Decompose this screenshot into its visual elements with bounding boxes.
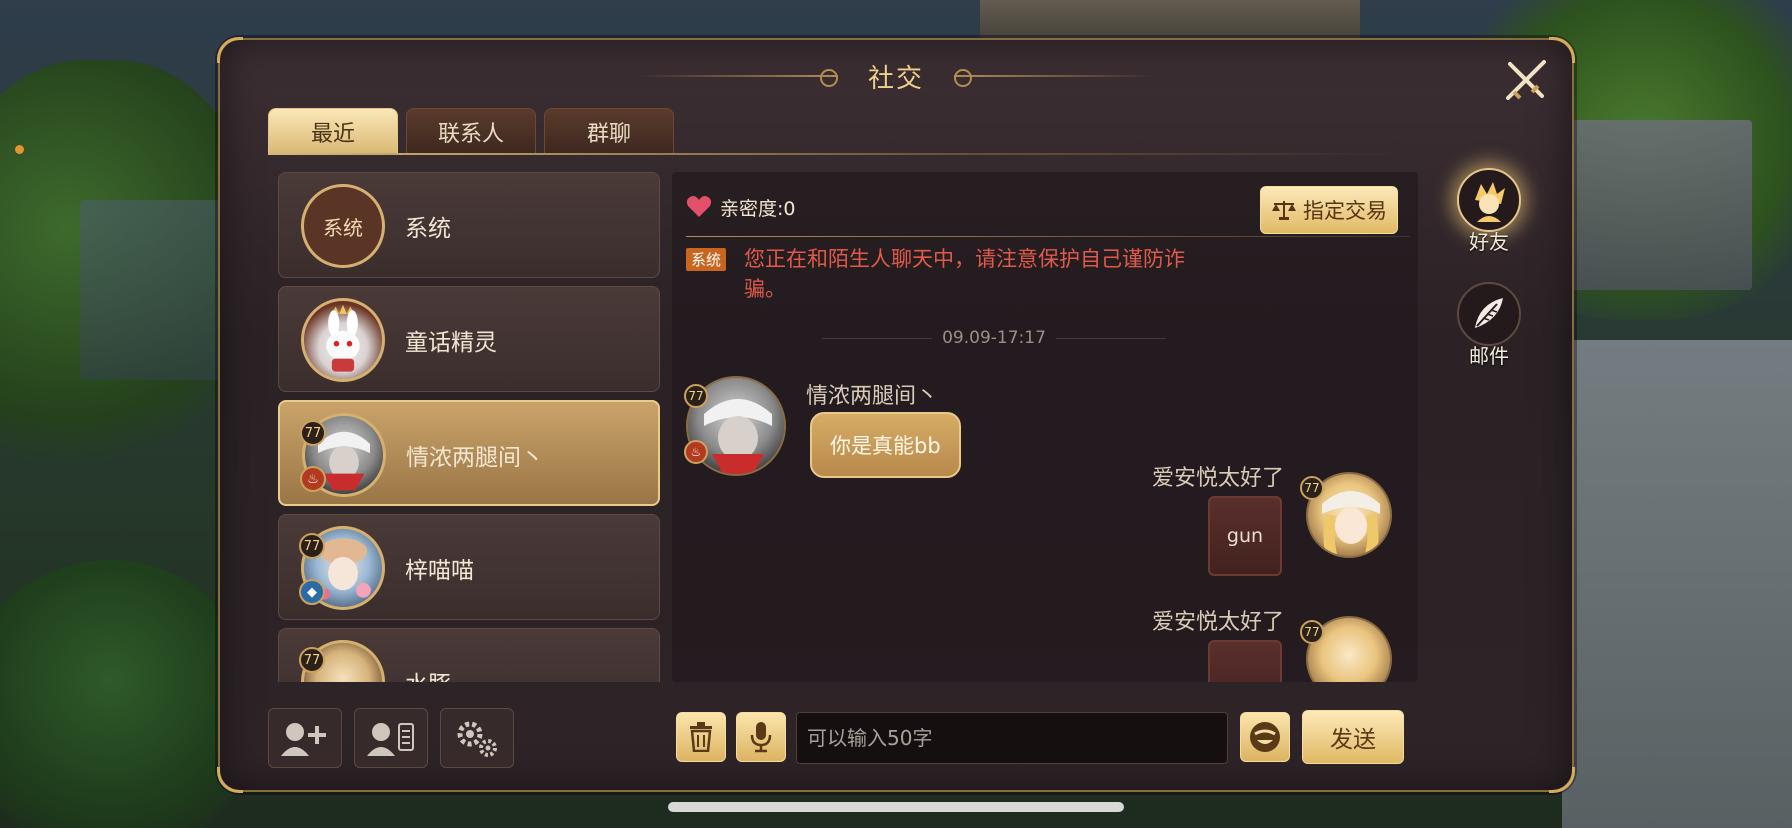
contact-name: 情浓两腿间丶 <box>406 445 544 471</box>
tab-group-chat[interactable]: 群聊 <box>544 108 674 154</box>
friend-list-icon <box>367 723 414 756</box>
contact-item-system[interactable]: 系统 系统 <box>278 172 660 278</box>
trash-icon <box>690 722 712 752</box>
settings-button[interactable] <box>440 708 514 768</box>
contact-name: 童话精灵 <box>405 330 497 356</box>
tab-recent[interactable]: 最近 <box>268 108 398 154</box>
message-bubble <box>1208 640 1282 682</box>
send-button[interactable]: 发送 <box>1302 710 1404 764</box>
white-rabbit-crown-icon <box>301 298 385 382</box>
microphone-icon <box>750 722 772 753</box>
designated-trade-button[interactable]: 指定交易 <box>1260 186 1398 234</box>
fire-element-icon: ♨ <box>300 466 326 492</box>
crossed-swords-close-icon <box>1506 60 1546 100</box>
contact-list[interactable]: 系统 系统 童话精灵 77 ♨ 情浓两腿间丶 77 ◆ 梓喵喵 77 <box>278 172 662 682</box>
panel-title: 社交 <box>867 63 924 94</box>
system-tag: 系统 <box>686 248 727 271</box>
contact-name: 水豚 <box>405 629 451 682</box>
sender-name: 情浓两腿间丶 <box>806 384 939 409</box>
intimacy-label: 亲密度:0 <box>720 197 796 220</box>
mail-quill-icon <box>1457 282 1521 346</box>
friend-icon <box>1457 168 1521 232</box>
trade-button-label: 指定交易 <box>1303 199 1387 223</box>
avatar: 系统 <box>301 184 385 268</box>
level-badge: 77 <box>1300 476 1324 500</box>
add-friend-icon <box>281 723 326 756</box>
level-badge: 77 <box>300 420 326 446</box>
water-element-icon: ◆ <box>299 579 325 605</box>
message-timestamp: 09.09-17:17 <box>672 328 1316 348</box>
tab-bar: 最近 联系人 群聊 <box>268 108 674 154</box>
contact-item[interactable]: 77 ◆ 梓喵喵 <box>278 514 660 620</box>
home-indicator[interactable] <box>668 802 1124 812</box>
level-badge: 77 <box>299 647 325 673</box>
balcony <box>80 200 230 380</box>
chat-header: 亲密度:0 指定交易 <box>686 184 1406 234</box>
contact-name: 系统 <box>405 216 451 242</box>
add-friend-button[interactable] <box>268 708 342 768</box>
close-button[interactable] <box>1498 52 1554 108</box>
system-warning-message: 您正在和陌生人聊天中，请注意保护自己谨防诈骗。 <box>744 247 1185 301</box>
message-input[interactable] <box>796 712 1228 764</box>
tab-divider <box>268 153 1408 155</box>
sender-name: 爱安悦太好了 <box>1151 466 1284 491</box>
map-marker-dot <box>15 145 24 154</box>
fire-element-icon: ♨ <box>684 440 708 464</box>
chat-divider <box>686 236 1410 237</box>
side-nav-label: 好友 <box>1469 230 1509 254</box>
tab-contacts[interactable]: 联系人 <box>406 108 536 154</box>
contact-item[interactable]: 77 水豚 <box>278 628 660 682</box>
message-bubble: gun <box>1208 496 1282 576</box>
intimacy-display: 亲密度:0 <box>686 194 796 221</box>
side-nav-friends[interactable]: 好友 <box>1454 168 1524 255</box>
roof <box>980 0 1360 40</box>
contact-name: 梓喵喵 <box>405 558 474 584</box>
delete-button[interactable] <box>676 712 726 762</box>
side-nav-mail[interactable]: 邮件 <box>1454 282 1524 369</box>
level-badge: 77 <box>684 384 708 408</box>
contact-item-fairy[interactable]: 童话精灵 <box>278 286 660 392</box>
social-panel: 社交 最近 联系人 群聊 系统 系统 童话精灵 77 ♨ 情浓两腿间丶 77 ◆… <box>217 37 1575 793</box>
emoji-face-icon <box>1250 722 1280 752</box>
timestamp-text: 09.09-17:17 <box>942 328 1046 348</box>
title-ornament-left <box>637 69 838 87</box>
avatar-text: 系统 <box>323 215 363 240</box>
message-bubble: 你是真能bb <box>810 412 961 478</box>
level-badge: 77 <box>299 533 325 559</box>
sender-name: 爱安悦太好了 <box>1151 610 1284 635</box>
level-badge: 77 <box>1300 620 1324 644</box>
side-nav-label: 邮件 <box>1469 344 1509 368</box>
gear-icon <box>457 721 497 757</box>
title-ornament-right <box>954 69 1154 87</box>
stone-floor <box>1562 340 1792 828</box>
house-right <box>1552 120 1752 290</box>
scale-icon <box>1272 201 1296 220</box>
emoji-button[interactable] <box>1240 712 1290 762</box>
contact-item-selected[interactable]: 77 ♨ 情浓两腿间丶 <box>278 400 660 506</box>
friend-list-button[interactable] <box>354 708 428 768</box>
title-bar: 社交 <box>220 54 1572 98</box>
heart-icon <box>686 196 712 217</box>
chat-panel[interactable]: 亲密度:0 指定交易 系统 您正在和陌生人聊天中，请注意保护自己谨防诈骗。 09… <box>672 172 1418 682</box>
voice-button[interactable] <box>736 712 786 762</box>
